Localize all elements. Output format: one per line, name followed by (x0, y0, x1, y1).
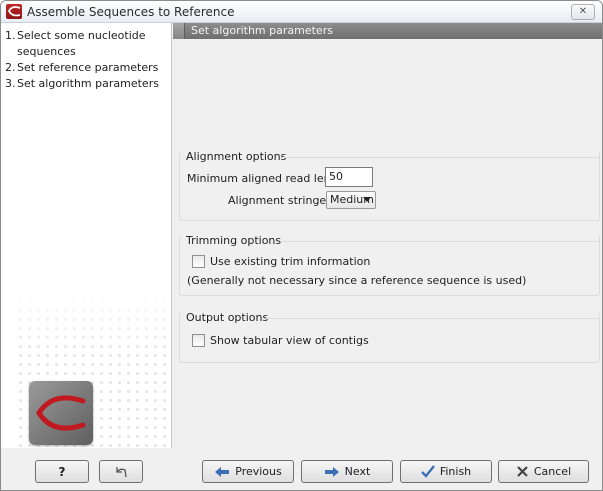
use-trim-checkbox[interactable] (192, 255, 205, 268)
step-number: 3. (5, 77, 16, 90)
next-button[interactable]: Next (301, 460, 393, 483)
step-item-reference-parameters[interactable]: 2. Set reference parameters (1, 60, 171, 76)
reset-arrow-icon (114, 465, 128, 479)
reset-button[interactable] (99, 460, 143, 483)
alignment-stringency-select[interactable]: Medium (326, 191, 376, 209)
section-header: Set algorithm parameters (173, 23, 602, 39)
steps-list: 1. Select some nucleotide sequences 2. S… (1, 23, 171, 92)
previous-button[interactable]: Previous (202, 460, 294, 483)
steps-panel: 1. Select some nucleotide sequences 2. S… (1, 23, 172, 448)
output-options-group: Output options Show tabular view of cont… (179, 311, 600, 363)
finish-button[interactable]: Finish (400, 460, 492, 483)
cancel-x-icon (516, 465, 529, 478)
use-trim-label[interactable]: Use existing trim information (210, 255, 370, 268)
group-title: Output options (186, 311, 269, 324)
cancel-button[interactable]: Cancel (498, 460, 589, 483)
window-title: Assemble Sequences to Reference (27, 5, 235, 19)
step-number: 2. (5, 61, 16, 74)
group-title: Alignment options (186, 150, 287, 163)
checkmark-icon (420, 465, 435, 478)
content-panel: Set algorithm parameters Alignment optio… (173, 23, 602, 448)
step-item-select-sequences[interactable]: 1. Select some nucleotide sequences (1, 28, 171, 60)
dialog-window: Assemble Sequences to Reference ✕ 1. Sel… (0, 0, 603, 491)
help-button[interactable]: ? (35, 460, 89, 483)
previous-label: Previous (235, 465, 282, 478)
finish-label: Finish (439, 465, 472, 478)
next-label: Next (344, 465, 371, 478)
arrow-left-icon (214, 466, 230, 478)
trimming-options-group: Trimming options Use existing trim infor… (179, 234, 600, 296)
trimming-note: (Generally not necessary since a referen… (187, 274, 527, 287)
arrow-right-icon (324, 466, 340, 478)
app-logo-icon (6, 4, 22, 19)
chevron-down-icon (363, 197, 371, 202)
step-label: Set reference parameters (17, 61, 159, 74)
header-tab (173, 23, 185, 39)
button-bar: ? Previous Next Finish Cancel (1, 448, 602, 490)
cancel-label: Cancel (533, 465, 572, 478)
group-divider (266, 318, 599, 319)
close-button[interactable]: ✕ (571, 4, 595, 20)
tabular-view-label[interactable]: Show tabular view of contigs (210, 334, 369, 347)
step-number: 1. (5, 29, 16, 42)
clc-logo-icon (29, 381, 93, 445)
group-divider (280, 157, 599, 158)
group-divider (280, 241, 599, 242)
step-item-algorithm-parameters[interactable]: 3. Set algorithm parameters (1, 76, 171, 92)
title-bar: Assemble Sequences to Reference ✕ (1, 1, 602, 23)
close-icon: ✕ (578, 6, 588, 17)
help-icon: ? (58, 464, 66, 479)
alignment-options-group: Alignment options Minimum aligned read l… (179, 150, 600, 221)
section-header-title: Set algorithm parameters (191, 24, 333, 37)
group-title: Trimming options (186, 234, 282, 247)
step-label: Select some nucleotide sequences (17, 29, 146, 58)
step-label: Set algorithm parameters (17, 77, 159, 90)
tabular-view-checkbox[interactable] (192, 334, 205, 347)
min-read-length-input[interactable]: 50 (325, 167, 373, 187)
